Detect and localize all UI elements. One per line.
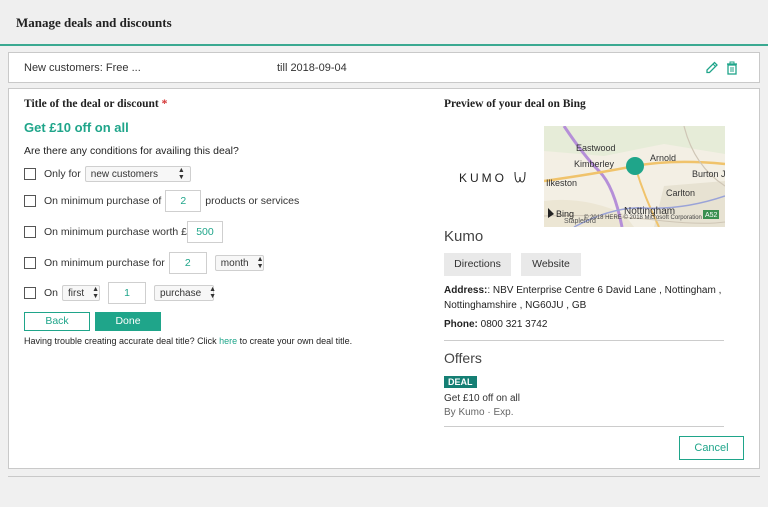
map-label: Carlton	[666, 188, 695, 198]
page-title: Manage deals and discounts	[16, 15, 172, 30]
purchase-count-input[interactable]: 1	[108, 282, 147, 304]
min-worth-input[interactable]: 500	[186, 221, 223, 243]
help-link[interactable]: here	[219, 336, 237, 346]
checkbox-min-products[interactable]	[24, 195, 36, 207]
condition-only-for: Only for new customers ▲ ▼	[24, 163, 195, 185]
condition-label: On	[44, 287, 59, 299]
deal-editor-panel: Title of the deal or discount * Get £10 …	[8, 88, 760, 469]
help-prefix: Having trouble creating accurate deal ti…	[24, 336, 220, 346]
logo-mark-icon	[514, 171, 526, 183]
map-attribution: © 2018 HERE © 2018 Microsoft Corporation	[584, 214, 702, 221]
trash-icon[interactable]	[724, 60, 740, 76]
divider	[444, 340, 724, 341]
checkbox-only-for[interactable]	[24, 168, 36, 180]
condition-min-products: On minimum purchase of 2 products or ser…	[24, 190, 299, 212]
website-button[interactable]: Website	[521, 253, 581, 276]
offer-byline: By Kumo · Exp.	[444, 407, 514, 418]
min-products-input[interactable]: 2	[165, 190, 202, 212]
help-text: Having trouble creating accurate deal ti…	[24, 336, 352, 346]
select-value: first	[68, 287, 85, 299]
title-section-label: Title of the deal or discount *	[24, 98, 167, 110]
conditions-question: Are there any conditions for availing th…	[24, 145, 239, 157]
deal-row[interactable]: New customers: Free ... till 2018-09-04	[8, 52, 760, 83]
map-label: A52	[705, 212, 718, 219]
event-select[interactable]: purchase ▲ ▼	[154, 285, 217, 301]
select-arrows-icon: ▲ ▼	[177, 167, 185, 181]
deal-row-name: New customers: Free ...	[24, 62, 141, 74]
business-address: Address:: NBV Enterprise Centre 6 David …	[444, 283, 744, 313]
logo-text: KUMO	[459, 171, 507, 185]
condition-min-for: On minimum purchase for 2 month ▲ ▼	[24, 252, 268, 274]
condition-on: On first ▲ ▼ 1 purchase ▲ ▼	[24, 282, 218, 304]
business-phone: Phone: 0800 321 3742	[444, 319, 547, 330]
deal-row-expiry: till 2018-09-04	[277, 62, 347, 74]
offer-text: Get £10 off on all	[444, 393, 520, 404]
condition-label: Only for	[44, 168, 81, 180]
select-value: purchase	[160, 287, 202, 299]
help-suffix: to create your own deal title.	[237, 336, 353, 346]
phone-label: Phone:	[444, 319, 478, 330]
map-label: Burton J	[692, 169, 725, 179]
condition-label: On minimum purchase worth £	[44, 226, 187, 238]
phone-value: 0800 321 3742	[477, 319, 548, 330]
select-arrows-icon: ▲ ▼	[92, 286, 100, 300]
map-label: Eastwood	[576, 143, 616, 153]
condition-label: On minimum purchase of	[44, 195, 162, 207]
map-provider: Bing	[556, 209, 574, 219]
address-label: Address:	[444, 285, 488, 296]
select-arrows-icon: ▲ ▼	[256, 256, 264, 270]
pencil-icon[interactable]	[704, 60, 720, 76]
condition-min-worth: On minimum purchase worth £ 500	[24, 221, 227, 243]
checkbox-min-worth[interactable]	[24, 226, 36, 238]
location-map[interactable]: Eastwood Arnold Kimberley Ilkeston Burto…	[544, 126, 725, 227]
map-label: Kimberley	[574, 159, 615, 169]
deal-badge: DEAL	[444, 376, 477, 388]
business-name: Kumo	[444, 228, 484, 245]
required-mark: *	[161, 98, 168, 110]
done-button[interactable]: Done	[95, 312, 161, 331]
condition-suffix: products or services	[205, 195, 300, 207]
address-value: : NBV Enterprise Centre 6 David Lane , N…	[487, 285, 722, 296]
checkbox-min-for[interactable]	[24, 257, 36, 269]
period-select[interactable]: month ▲ ▼	[214, 255, 264, 271]
checkbox-on[interactable]	[24, 287, 36, 299]
select-value: month	[220, 257, 249, 269]
min-for-input[interactable]: 2	[168, 252, 207, 274]
map-label: Arnold	[650, 153, 676, 163]
business-logo: KUMO	[459, 171, 527, 185]
select-value: new customers	[90, 168, 159, 180]
offers-heading: Offers	[444, 350, 482, 366]
cancel-button[interactable]: Cancel	[679, 436, 744, 460]
back-button[interactable]: Back	[24, 312, 90, 331]
divider	[444, 426, 724, 427]
preview-section-title: Preview of your deal on Bing	[444, 98, 586, 110]
address-line2: Nottinghamshire , NG60JU , GB	[444, 300, 587, 311]
condition-label: On minimum purchase for	[44, 257, 165, 269]
customer-type-select[interactable]: new customers ▲ ▼	[84, 166, 191, 182]
title-label-text: Title of the deal or discount	[24, 98, 159, 110]
bottom-divider	[8, 476, 760, 477]
ordinal-select[interactable]: first ▲ ▼	[62, 285, 101, 301]
deal-title[interactable]: Get £10 off on all	[24, 120, 129, 135]
page-header: Manage deals and discounts	[0, 0, 768, 46]
select-arrows-icon: ▲ ▼	[209, 286, 217, 300]
map-label: Ilkeston	[546, 178, 577, 188]
directions-button[interactable]: Directions	[444, 253, 511, 276]
